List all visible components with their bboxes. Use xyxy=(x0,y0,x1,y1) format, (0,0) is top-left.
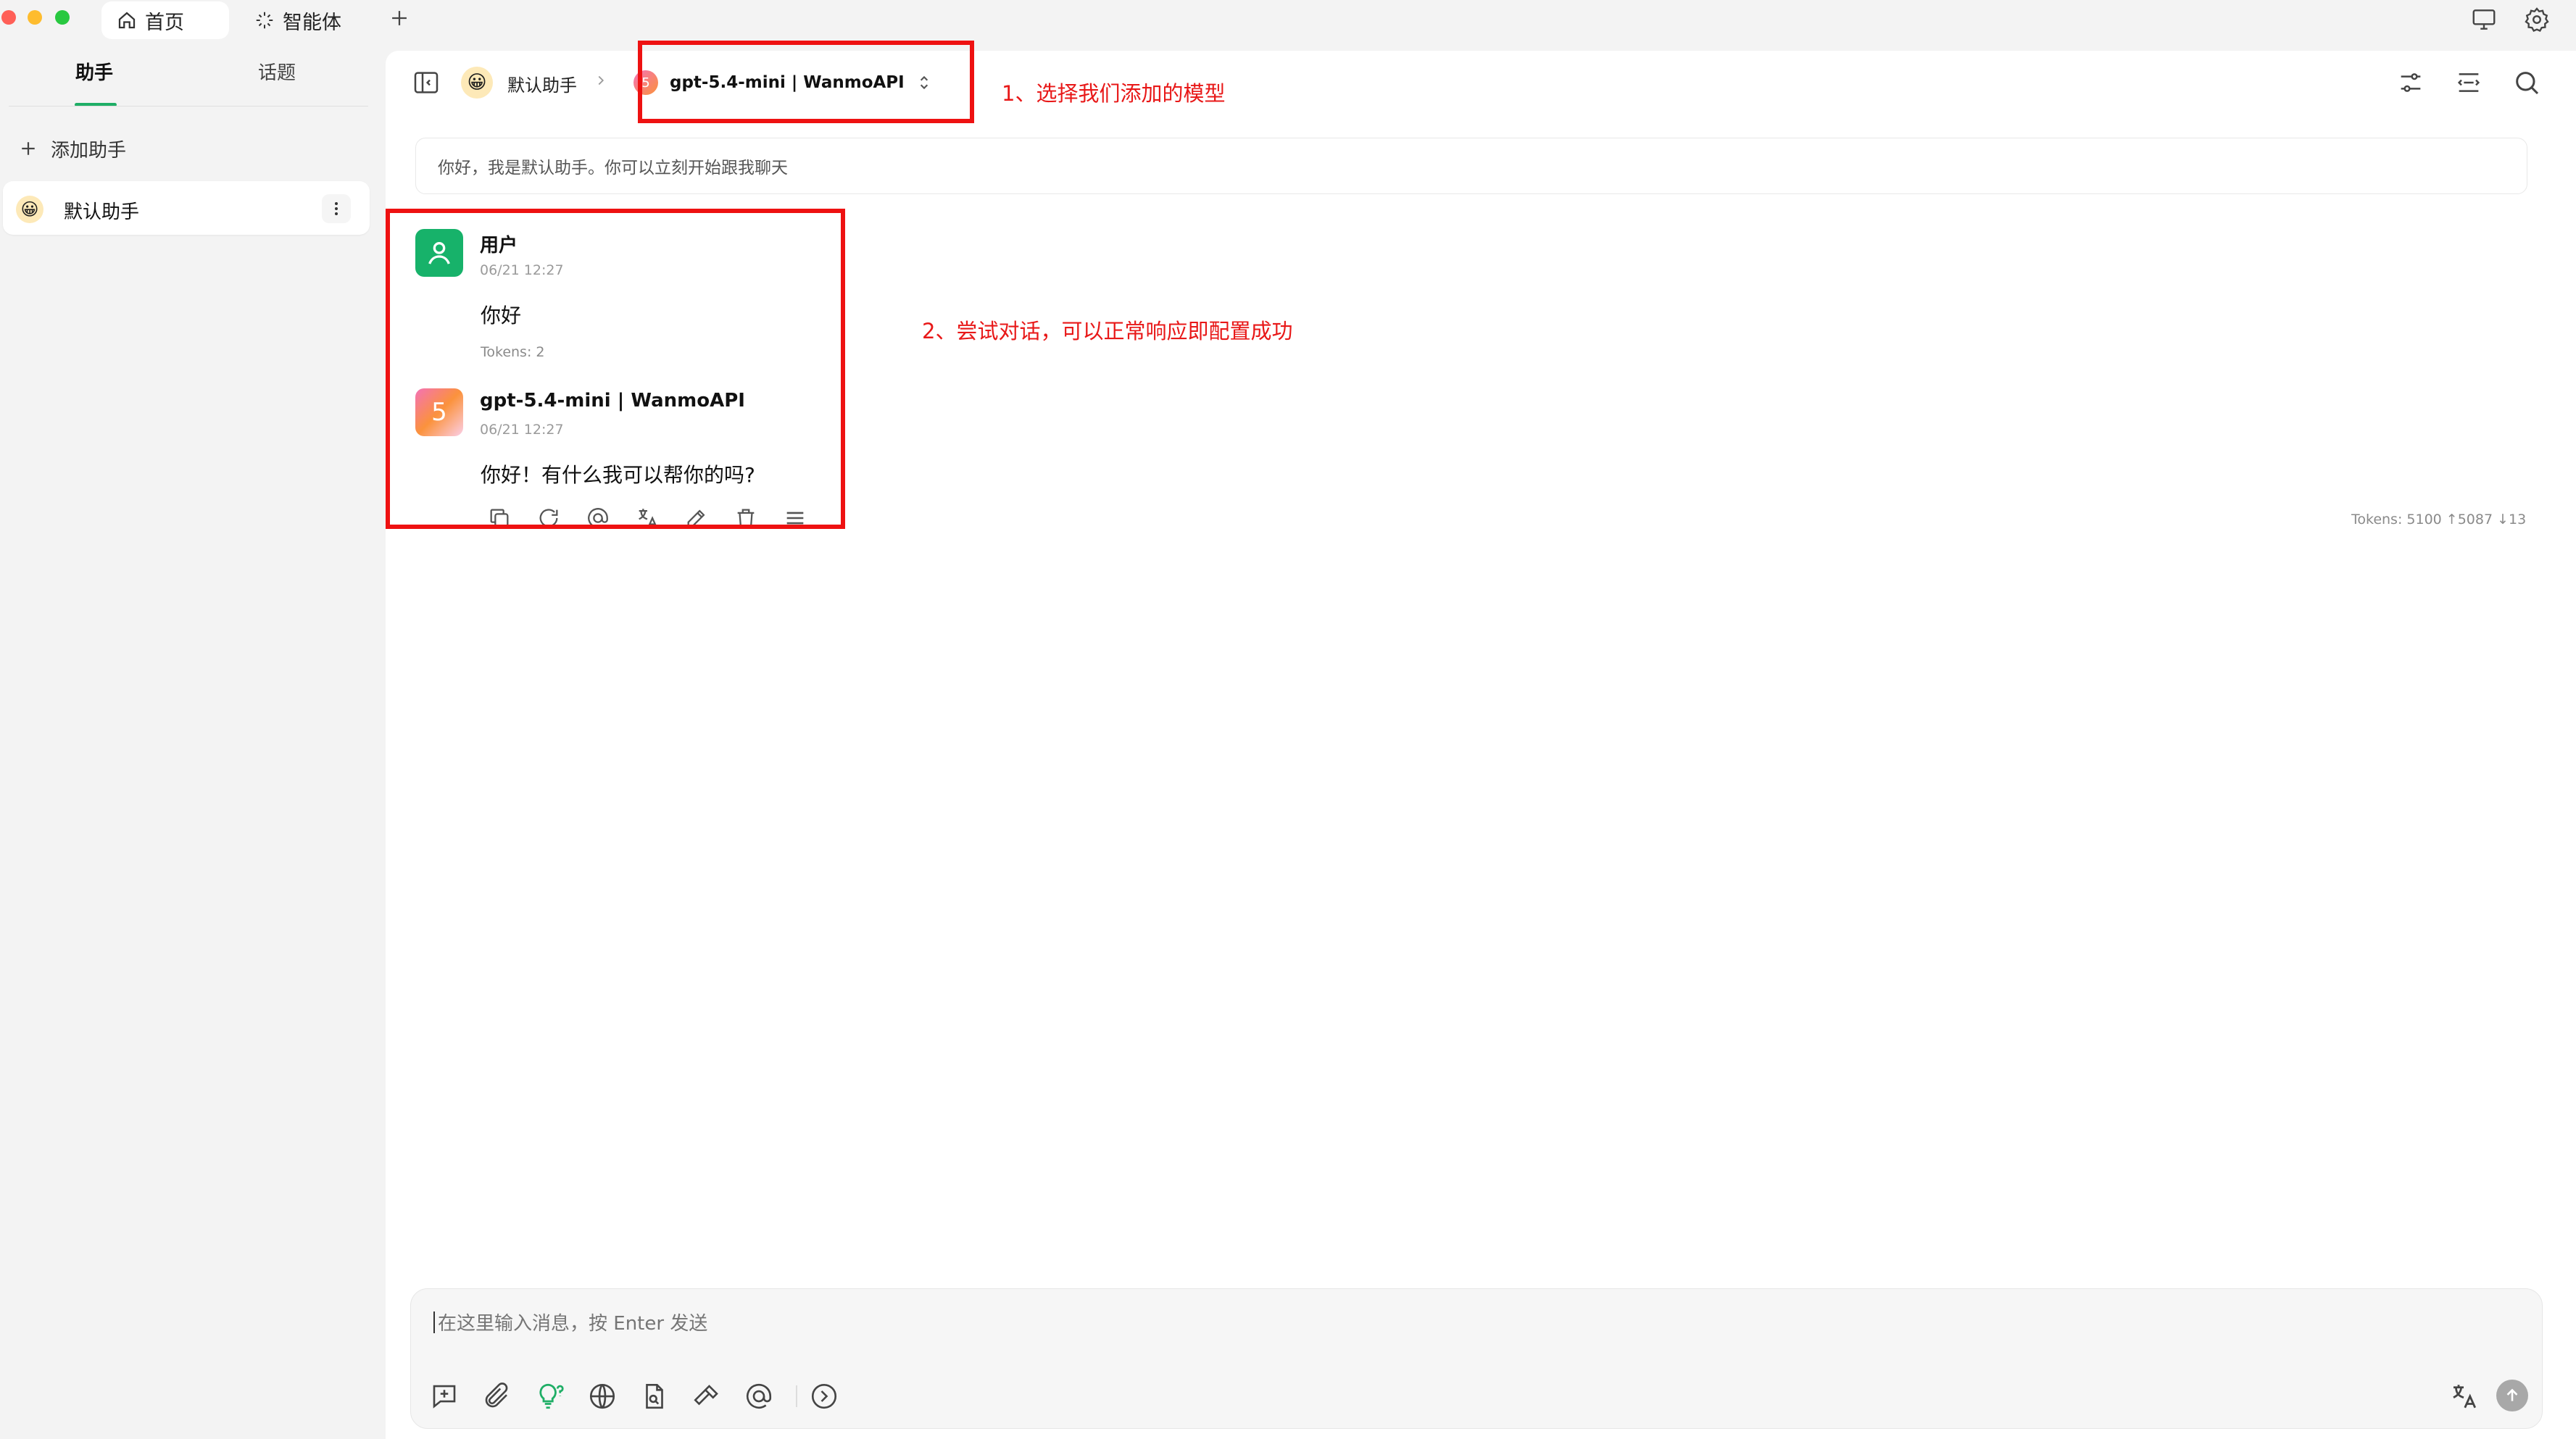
close-window-button[interactable] xyxy=(1,10,16,25)
sidebar-collapse-icon xyxy=(414,72,439,93)
plus-icon xyxy=(17,138,39,159)
message-tokens: Tokens: 5100 ↑5087 ↓13 xyxy=(2351,512,2527,527)
header-assistant-name[interactable]: 默认助手 xyxy=(507,71,577,96)
thinking-button[interactable] xyxy=(533,1381,564,1411)
tab-agents[interactable]: 智能体 xyxy=(239,1,377,39)
sparkle-icon xyxy=(254,9,275,31)
annotation-box-model xyxy=(638,41,974,123)
toggle-sidebar-button[interactable] xyxy=(412,68,441,97)
knowledge-base-button[interactable] xyxy=(639,1381,670,1411)
assistant-emoji-avatar: 😀 xyxy=(16,196,43,223)
translate-icon xyxy=(2453,1385,2477,1409)
new-tab-button[interactable] xyxy=(387,6,412,30)
chat-settings-button[interactable] xyxy=(2396,68,2425,97)
chevron-circle-right-icon xyxy=(811,1383,837,1409)
chevron-right-icon xyxy=(593,72,609,88)
monitor-icon[interactable] xyxy=(2470,6,2498,33)
plus-icon xyxy=(392,11,407,25)
assistant-name: 默认助手 xyxy=(64,201,140,223)
globe-icon xyxy=(589,1383,615,1409)
tab-home[interactable]: 首页 xyxy=(101,1,229,39)
add-assistant-button[interactable]: 添加助手 xyxy=(17,135,126,162)
expand-width-button[interactable] xyxy=(2454,68,2483,97)
minimize-window-button[interactable] xyxy=(28,10,42,25)
attachment-button[interactable] xyxy=(481,1381,512,1411)
toolbar-divider xyxy=(796,1385,797,1407)
header-assistant-avatar[interactable]: 😀 xyxy=(461,67,493,99)
arrow-up-icon xyxy=(2506,1388,2518,1401)
hammer-icon xyxy=(694,1385,718,1406)
new-topic-button[interactable] xyxy=(429,1381,460,1411)
sidebar-tab-assistants[interactable]: 助手 xyxy=(75,58,113,85)
expand-toolbar-button[interactable] xyxy=(809,1381,839,1411)
lightbulb-icon xyxy=(539,1383,564,1409)
web-search-button[interactable] xyxy=(587,1381,618,1411)
new-chat-icon xyxy=(433,1385,456,1409)
search-icon xyxy=(2516,72,2539,95)
expand-icon xyxy=(2457,73,2480,92)
message-input[interactable] xyxy=(436,1309,2469,1339)
annotation-step2: 2、尝试对话，可以正常响应即配置成功 xyxy=(922,319,1293,343)
annotation-box-chat xyxy=(386,209,845,529)
translate-input-button[interactable] xyxy=(2448,1381,2479,1411)
tools-button[interactable] xyxy=(691,1381,722,1411)
zoom-window-button[interactable] xyxy=(55,10,70,25)
sidebar-tab-topics[interactable]: 话题 xyxy=(258,58,296,85)
tab-agents-label: 智能体 xyxy=(283,11,341,34)
text-cursor xyxy=(433,1311,435,1333)
paperclip-icon xyxy=(485,1382,508,1408)
sidebar-divider xyxy=(9,106,368,107)
add-assistant-label: 添加助手 xyxy=(51,139,127,162)
annotation-step1: 1、选择我们添加的模型 xyxy=(1002,81,1226,106)
send-button[interactable] xyxy=(2496,1380,2528,1411)
sliders-icon xyxy=(2401,73,2421,92)
sidebar-item-default-assistant[interactable]: 😀 默认助手 xyxy=(3,181,370,235)
welcome-text: 你好，我是默认助手。你可以立刻开始跟我聊天 xyxy=(438,159,788,178)
at-icon xyxy=(746,1383,772,1409)
home-icon xyxy=(116,9,138,31)
mention-button[interactable] xyxy=(744,1381,774,1411)
search-button[interactable] xyxy=(2512,68,2541,97)
more-options-button[interactable] xyxy=(322,194,351,223)
more-vertical-icon xyxy=(335,202,338,215)
file-search-icon xyxy=(646,1383,663,1409)
welcome-banner: 你好，我是默认助手。你可以立刻开始跟我聊天 xyxy=(415,138,2527,194)
tab-home-label: 首页 xyxy=(145,11,184,34)
settings-gear-icon[interactable] xyxy=(2523,6,2551,33)
